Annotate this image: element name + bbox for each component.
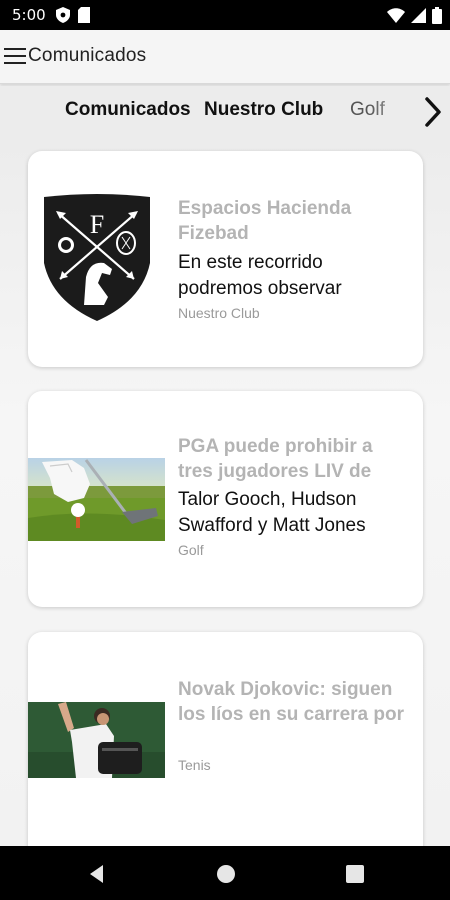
back-button[interactable] xyxy=(86,863,108,885)
golf-photo xyxy=(28,458,165,541)
card-excerpt: En este recorrido podremos observar xyxy=(178,252,342,299)
home-circle-icon xyxy=(217,865,235,883)
card-title: Espacios Hacienda Fizebad xyxy=(178,198,352,244)
app-bar: Comunicados xyxy=(0,30,450,84)
card-category: Golf xyxy=(178,542,204,558)
tab-comunicados[interactable]: Comunicados xyxy=(65,99,191,121)
tabs-next-button[interactable] xyxy=(420,95,446,129)
recents-button[interactable] xyxy=(344,863,366,885)
recents-square-icon xyxy=(346,865,364,883)
club-crest-logo: F xyxy=(42,193,152,323)
signal-icon xyxy=(411,8,426,23)
card-category: Nuestro Club xyxy=(178,305,260,321)
crest-letter: F xyxy=(90,210,104,239)
tennis-player-photo xyxy=(28,702,165,778)
shield-icon xyxy=(56,7,70,23)
home-button[interactable] xyxy=(215,863,237,885)
hamburger-menu-icon[interactable] xyxy=(4,44,26,68)
card-title: Novak Djokovic: siguen los líos en su ca… xyxy=(178,679,404,725)
wifi-icon xyxy=(387,8,405,23)
card-category: Tenis xyxy=(178,757,211,773)
news-card[interactable]: F Espacios Hacienda Fizebad En este reco… xyxy=(28,151,423,367)
news-list: F Espacios Hacienda Fizebad En este reco… xyxy=(0,138,450,846)
back-triangle-icon xyxy=(90,865,103,883)
sim-card-icon xyxy=(78,7,90,23)
news-card[interactable]: PGA puede prohibir a tres jugadores LIV … xyxy=(28,391,423,607)
card-title: PGA puede prohibir a tres jugadores LIV … xyxy=(178,436,373,482)
battery-icon xyxy=(432,7,442,24)
status-bar: 5:00 xyxy=(0,0,450,30)
card-excerpt: Talor Gooch, Hudson Swafford y Matt Jone… xyxy=(178,489,366,536)
status-time: 5:00 xyxy=(12,6,46,24)
system-nav-bar xyxy=(0,846,450,900)
page-title: Comunicados xyxy=(28,45,147,66)
tab-nuestro-club[interactable]: Nuestro Club xyxy=(204,99,323,121)
category-tabs: Comunicados Nuestro Club Golf xyxy=(0,86,450,138)
news-card[interactable]: Novak Djokovic: siguen los líos en su ca… xyxy=(28,632,423,846)
chevron-right-icon xyxy=(425,97,441,127)
tabs-fade-overlay xyxy=(370,86,420,138)
